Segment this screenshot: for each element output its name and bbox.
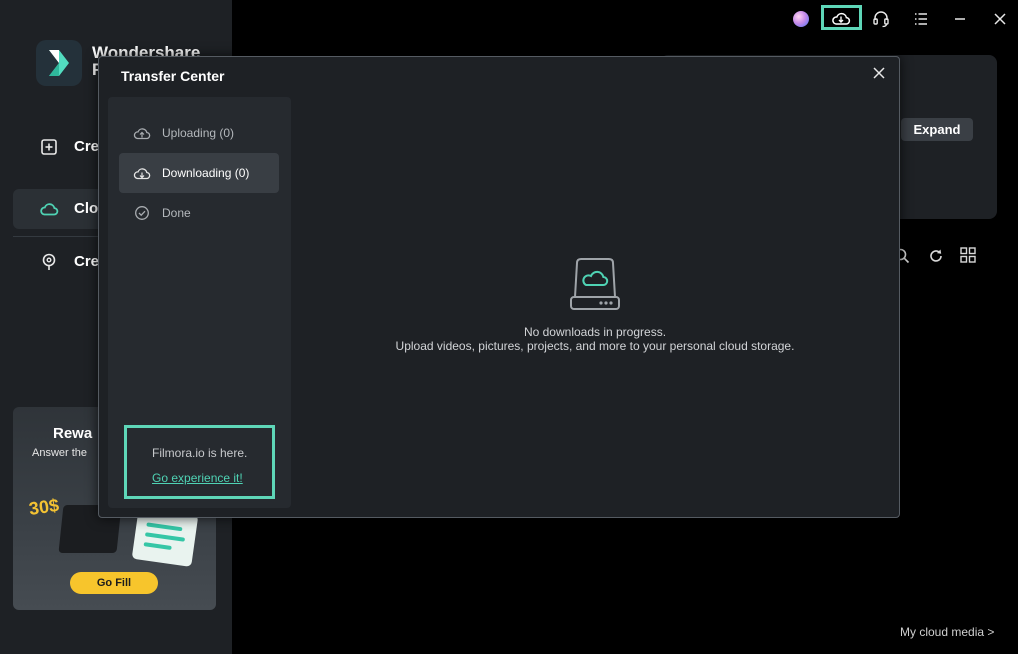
- go-fill-button[interactable]: Go Fill: [70, 572, 158, 594]
- empty-state-description: Upload videos, pictures, projects, and m…: [395, 339, 795, 353]
- tab-done[interactable]: Done: [119, 193, 279, 233]
- go-experience-link[interactable]: Go experience it!: [152, 471, 243, 485]
- filmora-io-promo: Filmora.io is here. Go experience it!: [124, 425, 275, 499]
- lightbulb-icon: [42, 253, 56, 270]
- filmora-io-text: Filmora.io is here.: [152, 446, 248, 460]
- sidebar-item-label: Clo: [74, 200, 99, 217]
- refresh-icon[interactable]: [927, 247, 945, 265]
- sidebar-item-label: Cre: [74, 138, 100, 155]
- dialog-close-icon[interactable]: [872, 66, 886, 80]
- avatar[interactable]: [793, 11, 809, 27]
- menu-icon[interactable]: [911, 9, 931, 29]
- promo-subtitle: Answer the: [32, 447, 88, 459]
- filmora-logo: [36, 40, 82, 86]
- tab-label: Done: [162, 206, 191, 220]
- check-circle-icon: [135, 206, 149, 220]
- tab-downloading[interactable]: Downloading (0): [119, 153, 279, 193]
- promo-amount: 30$: [27, 495, 61, 519]
- expand-button[interactable]: Expand: [901, 118, 973, 141]
- promo-title: Rewa: [53, 425, 93, 442]
- tab-label: Uploading (0): [162, 126, 235, 140]
- close-icon[interactable]: [990, 9, 1010, 29]
- grid-view-icon[interactable]: [959, 246, 977, 264]
- dialog-title: Transfer Center: [121, 68, 225, 84]
- transfer-center-dialog: Transfer Center Uploading (0) Downloadin…: [98, 56, 900, 518]
- minimize-icon[interactable]: [950, 9, 970, 29]
- empty-state-title: No downloads in progress.: [523, 325, 667, 339]
- cloud-icon: [40, 203, 59, 216]
- add-square-icon: [41, 139, 57, 155]
- transfer-tabs-panel: Uploading (0) Downloading (0) Done Filmo…: [108, 97, 291, 508]
- tab-label: Downloading (0): [162, 166, 250, 180]
- sidebar-item-label: Cre: [74, 253, 100, 270]
- download-cloud-icon: [133, 168, 151, 180]
- upload-cloud-icon: [133, 128, 151, 140]
- cloud-transfer-icon[interactable]: [831, 8, 851, 28]
- tab-uploading[interactable]: Uploading (0): [119, 113, 279, 153]
- cloud-drive-icon: [570, 258, 620, 310]
- headset-icon[interactable]: [871, 9, 891, 29]
- my-cloud-media-link[interactable]: My cloud media >: [900, 625, 994, 639]
